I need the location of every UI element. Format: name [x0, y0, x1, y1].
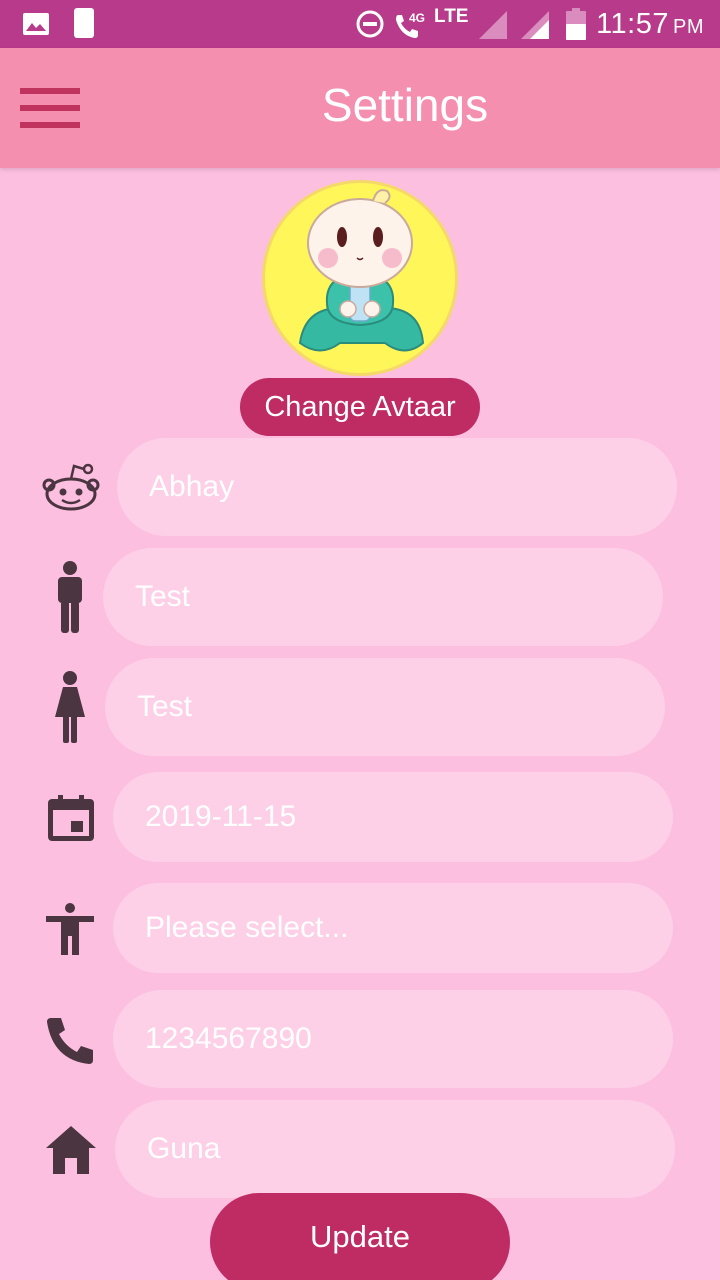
avatar [262, 180, 458, 376]
network-sub-label: 4G [409, 11, 426, 25]
network-type-label: LTE [434, 6, 469, 27]
mother-name-field[interactable]: Test [105, 658, 665, 756]
battery-icon [566, 8, 586, 40]
father-name-field[interactable]: Test [103, 548, 663, 646]
phone-icon [47, 1018, 93, 1064]
dob-field[interactable]: 2019-11-15 [113, 772, 673, 862]
man-icon [58, 561, 82, 633]
clock: 11:57 PM [596, 8, 704, 40]
image-icon [23, 13, 49, 35]
name-field[interactable]: Abhay [117, 438, 677, 536]
calendar-icon [48, 795, 94, 841]
address-field[interactable]: Guna [115, 1100, 675, 1198]
do-not-disturb-icon [356, 10, 384, 38]
status-bar: 4G LTE 11:57 PM [0, 0, 720, 48]
phone-field[interactable]: 1234567890 [113, 990, 673, 1088]
reddit-alien-icon [42, 463, 100, 511]
change-avatar-button[interactable]: Change Avtaar [240, 378, 480, 436]
page-title: Settings [321, 79, 489, 131]
baby-avatar-illustration [298, 189, 425, 352]
accessibility-icon [46, 903, 94, 955]
gender-select[interactable]: Please select... [113, 883, 673, 973]
signal-icon [521, 11, 549, 39]
home-icon [46, 1126, 96, 1174]
woman-icon [55, 671, 85, 743]
update-button[interactable]: Update [210, 1193, 510, 1280]
app-bar: Settings [0, 48, 720, 168]
sim-icon [74, 8, 94, 38]
signal-icon [479, 11, 507, 39]
